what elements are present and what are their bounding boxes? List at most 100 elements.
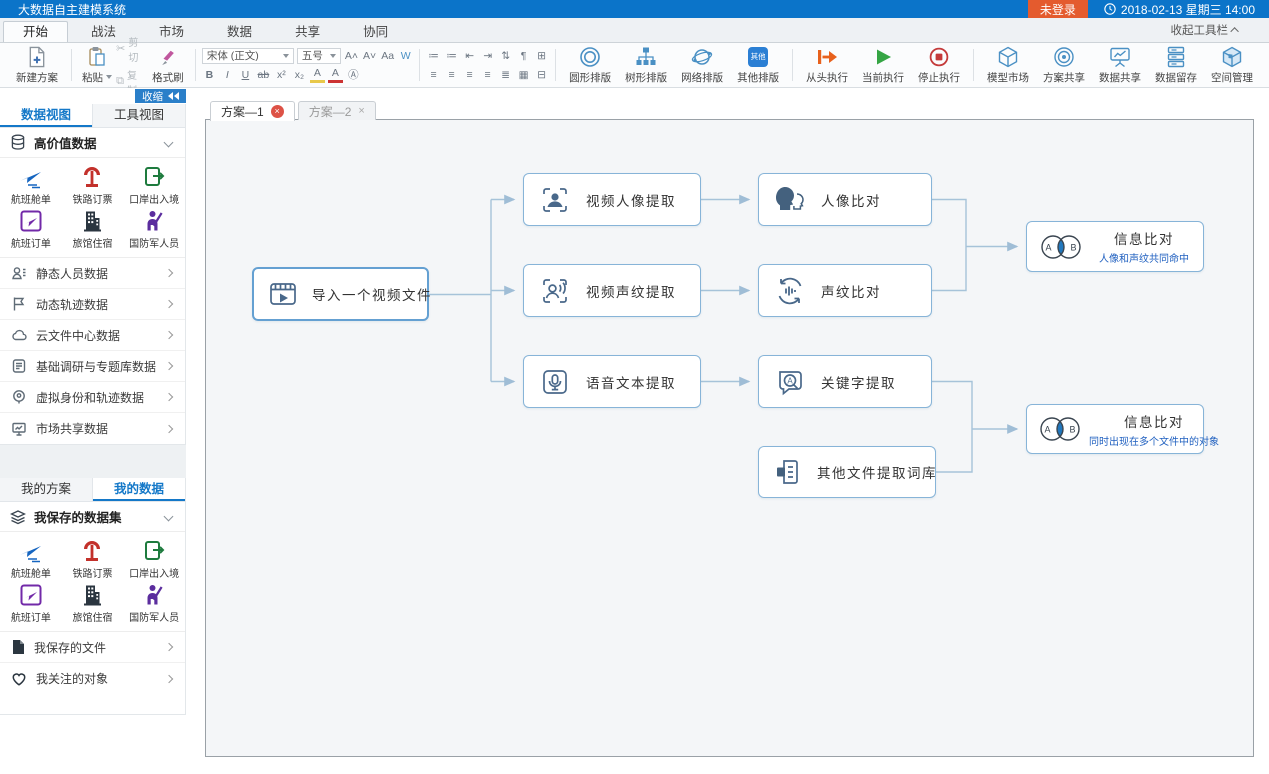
tree-layout-button[interactable]: 树形排版 <box>618 46 674 85</box>
tab-data-view[interactable]: 数据视图 <box>0 104 92 127</box>
data-retention-button[interactable]: 数据留存 <box>1148 46 1204 85</box>
dataset-flight-order[interactable]: 航班订单 <box>0 581 62 625</box>
category-market-shared-data[interactable]: 市场共享数据 <box>0 413 185 444</box>
subscript-button[interactable]: x₂ <box>292 67 307 83</box>
sidebar-collapse-button[interactable]: 收缩 <box>135 89 186 103</box>
plan-share-button[interactable]: 方案共享 <box>1036 46 1092 85</box>
node-video-face-extraction[interactable]: 视频人像提取 <box>523 173 701 226</box>
node-import-video-file[interactable]: 导入一个视频文件 <box>252 267 429 321</box>
dataset-flight-manifest[interactable]: 航班舱单 <box>0 537 62 581</box>
ribbon-tab-share[interactable]: 共享 <box>275 21 340 42</box>
category-static-personnel-data[interactable]: 静态人员数据 <box>0 258 185 289</box>
category-virtual-identity-data[interactable]: 虚拟身份和轨迹数据 <box>0 382 185 413</box>
justify-button[interactable]: ≡ <box>480 67 495 83</box>
tab-tool-view[interactable]: 工具视图 <box>92 104 185 127</box>
grow-font-button[interactable]: A˄ <box>344 48 359 64</box>
tab-my-data[interactable]: 我的数据 <box>92 478 185 501</box>
run-current-button[interactable]: 当前执行 <box>855 46 911 85</box>
sidebar: 收缩 数据视图 工具视图 高价值数据 航班舱单 铁 <box>0 88 186 774</box>
data-share-button[interactable]: 数据共享 <box>1092 46 1148 85</box>
align-right-button[interactable]: ≡ <box>462 67 477 83</box>
dataset-border-entry-exit[interactable]: 口岸出入境 <box>123 163 185 207</box>
circle-layout-button[interactable]: 圆形排版 <box>562 46 618 85</box>
underline-button[interactable]: U <box>238 67 253 83</box>
dataset-military-personnel[interactable]: 国防军人员 <box>123 207 185 251</box>
table-button[interactable]: ⊞ <box>534 48 549 64</box>
space-management-button[interactable]: 空间管理 <box>1204 46 1260 85</box>
strikethrough-button[interactable]: ab <box>256 67 271 83</box>
my-saved-files-item[interactable]: 我保存的文件 <box>0 632 185 663</box>
high-value-data-section-header[interactable]: 高价值数据 <box>0 128 185 158</box>
sort-button[interactable]: ⇅ <box>498 48 513 64</box>
scheme-tab-1[interactable]: 方案—1 × <box>210 101 295 121</box>
collapse-toolbar-button[interactable]: 收起工具栏 <box>1171 22 1240 38</box>
cut-button[interactable]: ✂剪切 <box>116 34 147 64</box>
ribbon-tab-start[interactable]: 开始 <box>3 21 68 42</box>
saved-datasets-section-header[interactable]: 我保存的数据集 <box>0 502 185 532</box>
shading-button[interactable]: ▦ <box>516 67 531 83</box>
voiceprint-sync-icon <box>772 273 808 309</box>
dataset-flight-manifest[interactable]: 航班舱单 <box>0 163 62 207</box>
enclose-characters-button[interactable]: Ⓐ <box>346 67 361 83</box>
change-case-button[interactable]: Aa <box>380 48 395 64</box>
bold-button[interactable]: B <box>202 67 217 83</box>
align-left-button[interactable]: ≡ <box>426 67 441 83</box>
category-cloud-file-data[interactable]: 云文件中心数据 <box>0 320 185 351</box>
network-layout-button[interactable]: 网络排版 <box>674 46 730 85</box>
dataset-border-entry-exit[interactable]: 口岸出入境 <box>123 537 185 581</box>
node-voiceprint-comparison[interactable]: 声纹比对 <box>758 264 932 317</box>
node-info-comparison-1[interactable]: AB 信息比对 人像和声纹共同命中 <box>1026 221 1204 272</box>
align-center-button[interactable]: ≡ <box>444 67 459 83</box>
dataset-rail-ticket[interactable]: 铁路订票 <box>62 537 124 581</box>
line-spacing-button[interactable]: ≣ <box>498 67 513 83</box>
node-keyword-extraction[interactable]: A 关键字提取 <box>758 355 932 408</box>
node-face-comparison[interactable]: 人像比对 <box>758 173 932 226</box>
flow-canvas[interactable]: 导入一个视频文件 视频人像提取 视频声纹提取 语音文本提取 人像比对 <box>205 119 1254 757</box>
font-family-select[interactable]: 宋体 (正文) <box>202 48 294 64</box>
ribbon-tab-market[interactable]: 市场 <box>139 21 204 42</box>
network-globe-icon <box>691 46 713 68</box>
font-color-button[interactable]: A <box>328 67 343 83</box>
login-status-badge[interactable]: 未登录 <box>1028 0 1088 18</box>
dataset-flight-order[interactable]: 航班订单 <box>0 207 62 251</box>
other-layout-icon: 其他 <box>748 47 768 67</box>
node-other-files-lexicon[interactable]: 其他文件提取词库 <box>758 446 936 498</box>
close-tab-icon[interactable]: × <box>271 105 284 118</box>
node-info-comparison-2[interactable]: AB 信息比对 同时出现在多个文件中的对象 <box>1026 404 1204 454</box>
font-size-select[interactable]: 五号 <box>297 48 341 64</box>
run-from-start-button[interactable]: 从头执行 <box>799 46 855 85</box>
tab-my-plans[interactable]: 我的方案 <box>0 478 92 501</box>
decrease-indent-button[interactable]: ⇤ <box>462 48 477 64</box>
titlebar: 大数据自主建模系统 未登录 2018-02-13 星期三 14:00 <box>0 0 1269 18</box>
highlight-color-button[interactable]: A <box>310 67 325 83</box>
dataset-hotel-stay[interactable]: 旅馆住宿 <box>62 207 124 251</box>
scheme-tab-2[interactable]: 方案—2 × <box>298 101 376 120</box>
increase-indent-button[interactable]: ⇥ <box>480 48 495 64</box>
borders-button[interactable]: ⊟ <box>534 67 549 83</box>
paragraph-marks-button[interactable]: ¶ <box>516 48 531 64</box>
new-plan-button[interactable]: 新建方案 <box>9 46 65 85</box>
other-layout-button[interactable]: 其他 其他排版 <box>730 46 786 85</box>
ribbon-tab-data[interactable]: 数据 <box>207 21 272 42</box>
stop-run-button[interactable]: 停止执行 <box>911 46 967 85</box>
category-dynamic-track-data[interactable]: 动态轨迹数据 <box>0 289 185 320</box>
superscript-button[interactable]: x² <box>274 67 289 83</box>
numbering-button[interactable]: ≔ <box>444 48 459 64</box>
node-speech-text-extraction[interactable]: 语音文本提取 <box>523 355 701 408</box>
dataset-hotel-stay[interactable]: 旅馆住宿 <box>62 581 124 625</box>
model-market-button[interactable]: 模型市场 <box>980 46 1036 85</box>
close-tab-icon[interactable]: × <box>358 105 364 117</box>
paste-button[interactable]: 粘贴 <box>78 46 116 85</box>
ribbon-tab-collaborate[interactable]: 协同 <box>343 21 408 42</box>
category-survey-thematic-data[interactable]: 基础调研与专题库数据 <box>0 351 185 382</box>
shrink-font-button[interactable]: A˅ <box>362 48 377 64</box>
dataset-rail-ticket[interactable]: 铁路订票 <box>62 163 124 207</box>
bullets-button[interactable]: ≔ <box>426 48 441 64</box>
italic-button[interactable]: I <box>220 67 235 83</box>
flight-order-icon <box>19 208 43 234</box>
format-painter-button[interactable]: 格式刷 <box>147 46 189 85</box>
text-effects-button[interactable]: W <box>398 48 413 64</box>
dataset-military-personnel[interactable]: 国防军人员 <box>123 581 185 625</box>
my-followed-objects-item[interactable]: 我关注的对象 <box>0 663 185 694</box>
node-video-voiceprint-extraction[interactable]: 视频声纹提取 <box>523 264 701 317</box>
